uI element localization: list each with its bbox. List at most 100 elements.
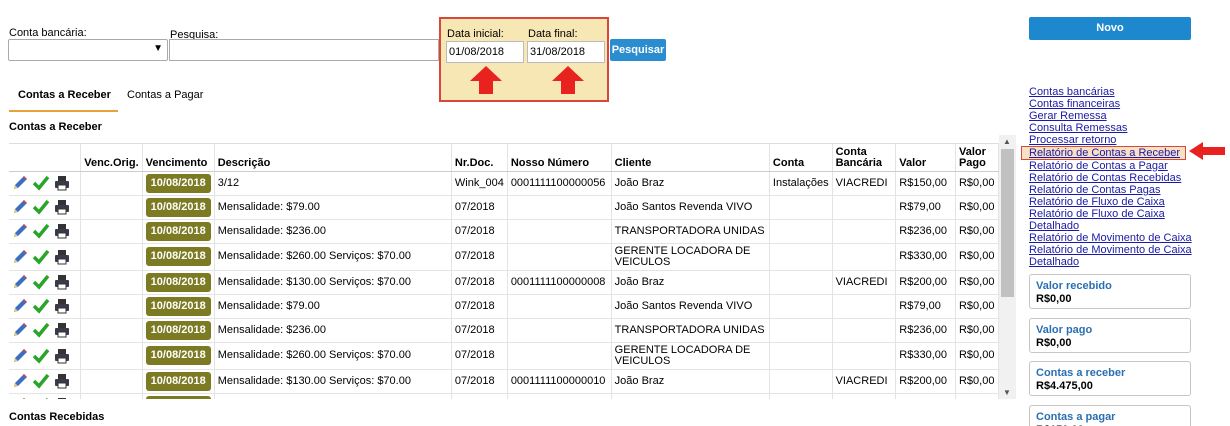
cell-venc-orig bbox=[80, 294, 143, 319]
new-button[interactable]: Novo bbox=[1029, 17, 1191, 40]
print-icon[interactable] bbox=[53, 347, 71, 365]
cell-cliente: TRANSPORTADORA UNIDAS bbox=[611, 318, 770, 343]
check-icon[interactable] bbox=[32, 198, 50, 216]
table-scrollbar[interactable]: ▲ ▼ bbox=[999, 135, 1016, 399]
cell-nr-doc: 07/2018 bbox=[451, 195, 508, 220]
edit-pencil-icon[interactable] bbox=[11, 396, 29, 399]
header-valor[interactable]: Valor bbox=[895, 144, 956, 172]
summary-card: Contas a pagarR$150,00 bbox=[1029, 405, 1191, 426]
header-vencimento[interactable]: Vencimento bbox=[142, 144, 215, 172]
edit-pencil-icon[interactable] bbox=[11, 198, 29, 216]
cell-vencimento: 10/08/2018 bbox=[142, 171, 215, 196]
sidebar-link[interactable]: Consulta Remessas bbox=[1029, 122, 1194, 134]
cell-nosso-numero bbox=[507, 243, 612, 271]
sidebar-link[interactable]: Gerar Remessa bbox=[1029, 110, 1194, 122]
header-conta-bancaria[interactable]: Conta Bancária bbox=[832, 144, 897, 172]
sidebar-link[interactable]: Contas bancárias bbox=[1029, 86, 1194, 98]
header-nr-doc[interactable]: Nr.Doc. bbox=[451, 144, 508, 172]
sidebar-link[interactable]: Relatório de Contas a Pagar bbox=[1029, 160, 1194, 172]
cell-descricao: 3/12 bbox=[214, 171, 452, 196]
search-input[interactable] bbox=[169, 39, 439, 61]
cell-conta bbox=[769, 294, 833, 319]
edit-pencil-icon[interactable] bbox=[11, 297, 29, 315]
cell-valor: R$79,00 bbox=[895, 294, 956, 319]
edit-pencil-icon[interactable] bbox=[11, 347, 29, 365]
due-date-badge: 10/08/2018 bbox=[145, 173, 211, 193]
print-icon[interactable] bbox=[53, 372, 71, 390]
check-icon[interactable] bbox=[32, 222, 50, 240]
check-icon[interactable] bbox=[32, 273, 50, 291]
check-icon[interactable] bbox=[32, 321, 50, 339]
sidebar-link[interactable]: Processar retorno bbox=[1029, 134, 1194, 146]
check-icon[interactable] bbox=[32, 297, 50, 315]
header-descricao[interactable]: Descrição bbox=[214, 144, 452, 172]
print-icon[interactable] bbox=[53, 273, 71, 291]
tab-contas-a-pagar[interactable]: Contas a Pagar bbox=[127, 89, 203, 101]
check-icon[interactable] bbox=[32, 372, 50, 390]
header-valor-pago[interactable]: Valor Pago bbox=[955, 144, 999, 172]
sidebar-link[interactable]: Relatório de Fluxo de Caixa Detalhado bbox=[1029, 208, 1194, 232]
sidebar-link[interactable]: Relatório de Fluxo de Caixa bbox=[1029, 196, 1194, 208]
cell-conta-bancaria bbox=[832, 219, 897, 244]
print-icon[interactable] bbox=[53, 248, 71, 266]
table-row: 10/08/2018 Mensalidade: $130.00 Serviços:… bbox=[9, 369, 999, 394]
cell-valor: R$150,00 bbox=[895, 171, 956, 196]
print-icon[interactable] bbox=[53, 396, 71, 399]
print-icon[interactable] bbox=[53, 174, 71, 192]
header-cliente[interactable]: Cliente bbox=[611, 144, 770, 172]
scrollbar-thumb[interactable] bbox=[1001, 149, 1014, 297]
table-row: 10/08/2018 Mensalidade: $130.00 Serviços:… bbox=[9, 270, 999, 295]
cell-vencimento: 10/08/2018 bbox=[142, 342, 215, 370]
scroll-up-icon[interactable]: ▲ bbox=[1003, 137, 1011, 146]
cell-nr-doc: 07/2018 bbox=[451, 342, 508, 370]
sidebar-link[interactable]: Relatório de Movimento de Caixa bbox=[1029, 232, 1194, 244]
cell-conta: Instalações bbox=[769, 171, 833, 196]
row-actions bbox=[9, 195, 82, 220]
print-icon[interactable] bbox=[53, 198, 71, 216]
print-icon[interactable] bbox=[53, 321, 71, 339]
edit-pencil-icon[interactable] bbox=[11, 273, 29, 291]
sidebar-link[interactable]: Relatório de Contas Pagas bbox=[1029, 184, 1194, 196]
edit-pencil-icon[interactable] bbox=[11, 222, 29, 240]
search-button[interactable]: Pesquisar bbox=[610, 39, 666, 61]
cell-descricao: Mensalidade: $236.00 bbox=[214, 318, 452, 343]
scroll-down-icon[interactable]: ▼ bbox=[1003, 388, 1011, 397]
edit-pencil-icon[interactable] bbox=[11, 248, 29, 266]
header-nosso-numero[interactable]: Nosso Número bbox=[507, 144, 612, 172]
account-select[interactable]: ▼ bbox=[8, 39, 168, 61]
start-date-input[interactable]: 01/08/2018 bbox=[446, 41, 524, 63]
tab-contas-a-receber[interactable]: Contas a Receber bbox=[9, 89, 118, 112]
account-label: Conta bancária: bbox=[9, 27, 87, 39]
sidebar-link[interactable]: Contas financeiras bbox=[1029, 98, 1194, 110]
check-icon[interactable] bbox=[32, 174, 50, 192]
section-title: Contas a Receber bbox=[9, 121, 102, 133]
due-date-badge: 10/08/2018 bbox=[145, 371, 211, 391]
row-actions bbox=[9, 369, 82, 394]
table-header-row: Venc.Orig. Vencimento Descrição Nr.Doc. … bbox=[9, 144, 999, 172]
cell-valor-pago: R$0,00 bbox=[955, 270, 999, 295]
cell-nr-doc: 07/2018 bbox=[451, 393, 508, 399]
print-icon[interactable] bbox=[53, 297, 71, 315]
check-icon[interactable] bbox=[32, 248, 50, 266]
sidebar-link[interactable]: Relatório de Contas Recebidas bbox=[1029, 172, 1194, 184]
header-conta[interactable]: Conta bbox=[769, 144, 833, 172]
end-date-input[interactable]: 31/08/2018 bbox=[527, 41, 605, 63]
cell-nr-doc: 07/2018 bbox=[451, 270, 508, 295]
edit-pencil-icon[interactable] bbox=[11, 321, 29, 339]
check-icon[interactable] bbox=[32, 396, 50, 399]
summary-card-value: R$0,00 bbox=[1036, 293, 1072, 305]
sidebar-link[interactable]: Relatório de Movimento de Caixa Detalhad… bbox=[1029, 244, 1194, 268]
sidebar-link[interactable]: Relatório de Contas a Receber bbox=[1021, 146, 1186, 160]
check-icon[interactable] bbox=[32, 347, 50, 365]
cell-valor: R$79,00 bbox=[895, 195, 956, 220]
edit-pencil-icon[interactable] bbox=[11, 372, 29, 390]
edit-pencil-icon[interactable] bbox=[11, 174, 29, 192]
print-icon[interactable] bbox=[53, 222, 71, 240]
cell-venc-orig bbox=[80, 270, 143, 295]
cell-conta-bancaria bbox=[832, 393, 897, 399]
header-venc-orig[interactable]: Venc.Orig. bbox=[80, 144, 143, 172]
table-row: 10/08/2018Mensalidade: $79.0007/2018 João… bbox=[9, 393, 999, 399]
cell-cliente: João Santos Revenda VIVO bbox=[611, 393, 770, 399]
cell-descricao: Mensalidade: $79.00 bbox=[214, 393, 452, 399]
row-actions bbox=[9, 219, 82, 244]
